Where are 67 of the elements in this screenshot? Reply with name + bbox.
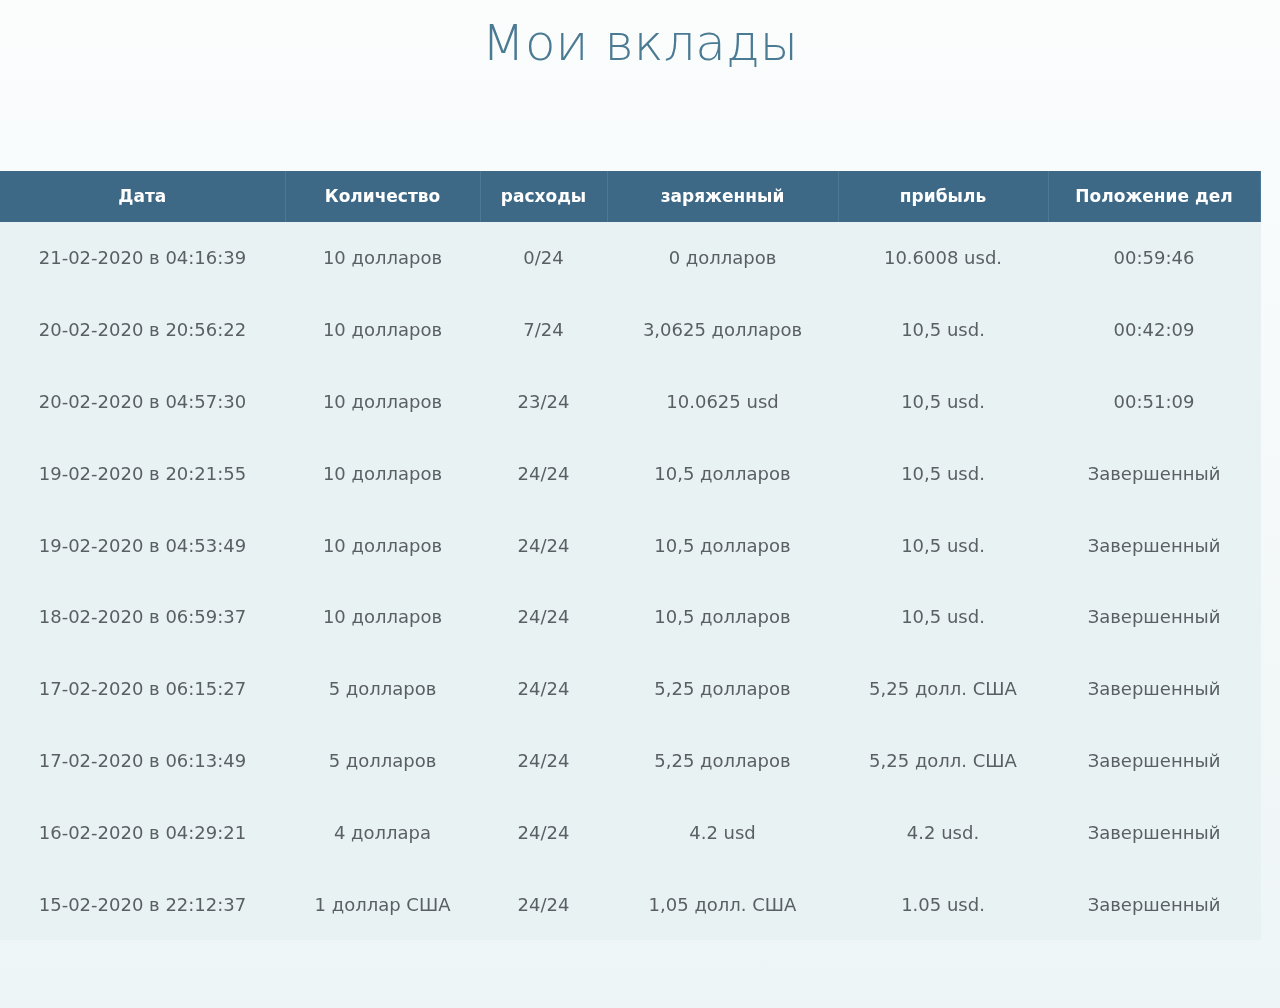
table-cell: 10,5 долларов xyxy=(607,509,838,581)
table-cell: 10.6008 usd. xyxy=(838,222,1048,294)
table-cell: 19-02-2020 в 04:53:49 xyxy=(0,509,285,581)
table-cell: 00:51:09 xyxy=(1048,365,1260,438)
page-title: Мои вклады xyxy=(480,13,800,74)
table-cell: 00:59:46 xyxy=(1048,222,1260,294)
table-cell: 19-02-2020 в 20:21:55 xyxy=(0,437,285,510)
table-cell: 17-02-2020 в 06:15:27 xyxy=(0,652,285,725)
table-cell: 16-02-2020 в 04:29:21 xyxy=(0,796,285,869)
table-cell: 10 долларов xyxy=(285,222,480,294)
table-cell: 5 долларов xyxy=(285,652,480,725)
table-cell: Завершенный xyxy=(1048,868,1260,940)
column-header: Положение дел xyxy=(1048,171,1260,222)
table-cell: Завершенный xyxy=(1048,796,1260,869)
table-cell: 10,5 долларов xyxy=(607,581,838,653)
table-cell: 24/24 xyxy=(480,509,607,581)
table-cell: 0 долларов xyxy=(607,222,838,294)
table-cell: 1.05 usd. xyxy=(838,868,1048,940)
table-cell: 24/24 xyxy=(480,868,607,940)
table-cell: 10 долларов xyxy=(285,437,480,510)
table-cell: 4.2 usd. xyxy=(838,796,1048,869)
table-cell: 00:42:09 xyxy=(1048,293,1260,366)
column-header: Количество xyxy=(285,171,480,222)
table-cell: 20-02-2020 в 20:56:22 xyxy=(0,293,285,366)
table-cell: 10,5 usd. xyxy=(838,437,1048,510)
table-cell: 24/24 xyxy=(480,724,607,797)
table-cell: 18-02-2020 в 06:59:37 xyxy=(0,581,285,653)
table-cell: 20-02-2020 в 04:57:30 xyxy=(0,365,285,438)
table-cell: 21-02-2020 в 04:16:39 xyxy=(0,222,285,294)
table-cell: 17-02-2020 в 06:13:49 xyxy=(0,724,285,797)
table-cell: 0/24 xyxy=(480,222,607,294)
table-cell: Завершенный xyxy=(1048,437,1260,510)
table-cell: Завершенный xyxy=(1048,652,1260,725)
table-cell: 15-02-2020 в 22:12:37 xyxy=(0,868,285,940)
table-cell: 4.2 usd xyxy=(607,796,838,869)
table-cell: Завершенный xyxy=(1048,724,1260,797)
table-cell: 1 доллар США xyxy=(285,868,480,940)
table-cell: 10,5 usd. xyxy=(838,581,1048,653)
table-cell: Завершенный xyxy=(1048,581,1260,653)
table-cell: 3,0625 долларов xyxy=(607,293,838,366)
table-cell: 5,25 долларов xyxy=(607,652,838,725)
table-cell: 5 долларов xyxy=(285,724,480,797)
table-cell: 5,25 долл. США xyxy=(838,652,1048,725)
table-cell: 24/24 xyxy=(480,437,607,510)
table-cell: 4 доллара xyxy=(285,796,480,869)
table-cell: 10,5 долларов xyxy=(607,437,838,510)
table-cell: 23/24 xyxy=(480,365,607,438)
table-cell: 5,25 долл. США xyxy=(838,724,1048,797)
table-cell: Завершенный xyxy=(1048,509,1260,581)
column-header: заряженный xyxy=(607,171,838,222)
column-header: прибыль xyxy=(838,171,1048,222)
table-cell: 10,5 usd. xyxy=(838,509,1048,581)
table-cell: 24/24 xyxy=(480,796,607,869)
table-cell: 10 долларов xyxy=(285,581,480,653)
table-cell: 10 долларов xyxy=(285,509,480,581)
table-cell: 10.0625 usd xyxy=(607,365,838,438)
table-cell: 10,5 usd. xyxy=(838,365,1048,438)
table-cell: 1,05 долл. США xyxy=(607,868,838,940)
table-cell: 5,25 долларов xyxy=(607,724,838,797)
table-cell: 24/24 xyxy=(480,581,607,653)
table-cell: 10,5 usd. xyxy=(838,293,1048,366)
column-header: Дата xyxy=(0,171,285,222)
column-header: расходы xyxy=(480,171,607,222)
table-cell: 10 долларов xyxy=(285,365,480,438)
table-cell: 7/24 xyxy=(480,293,607,366)
table-cell: 10 долларов xyxy=(285,293,480,366)
table-cell: 24/24 xyxy=(480,652,607,725)
